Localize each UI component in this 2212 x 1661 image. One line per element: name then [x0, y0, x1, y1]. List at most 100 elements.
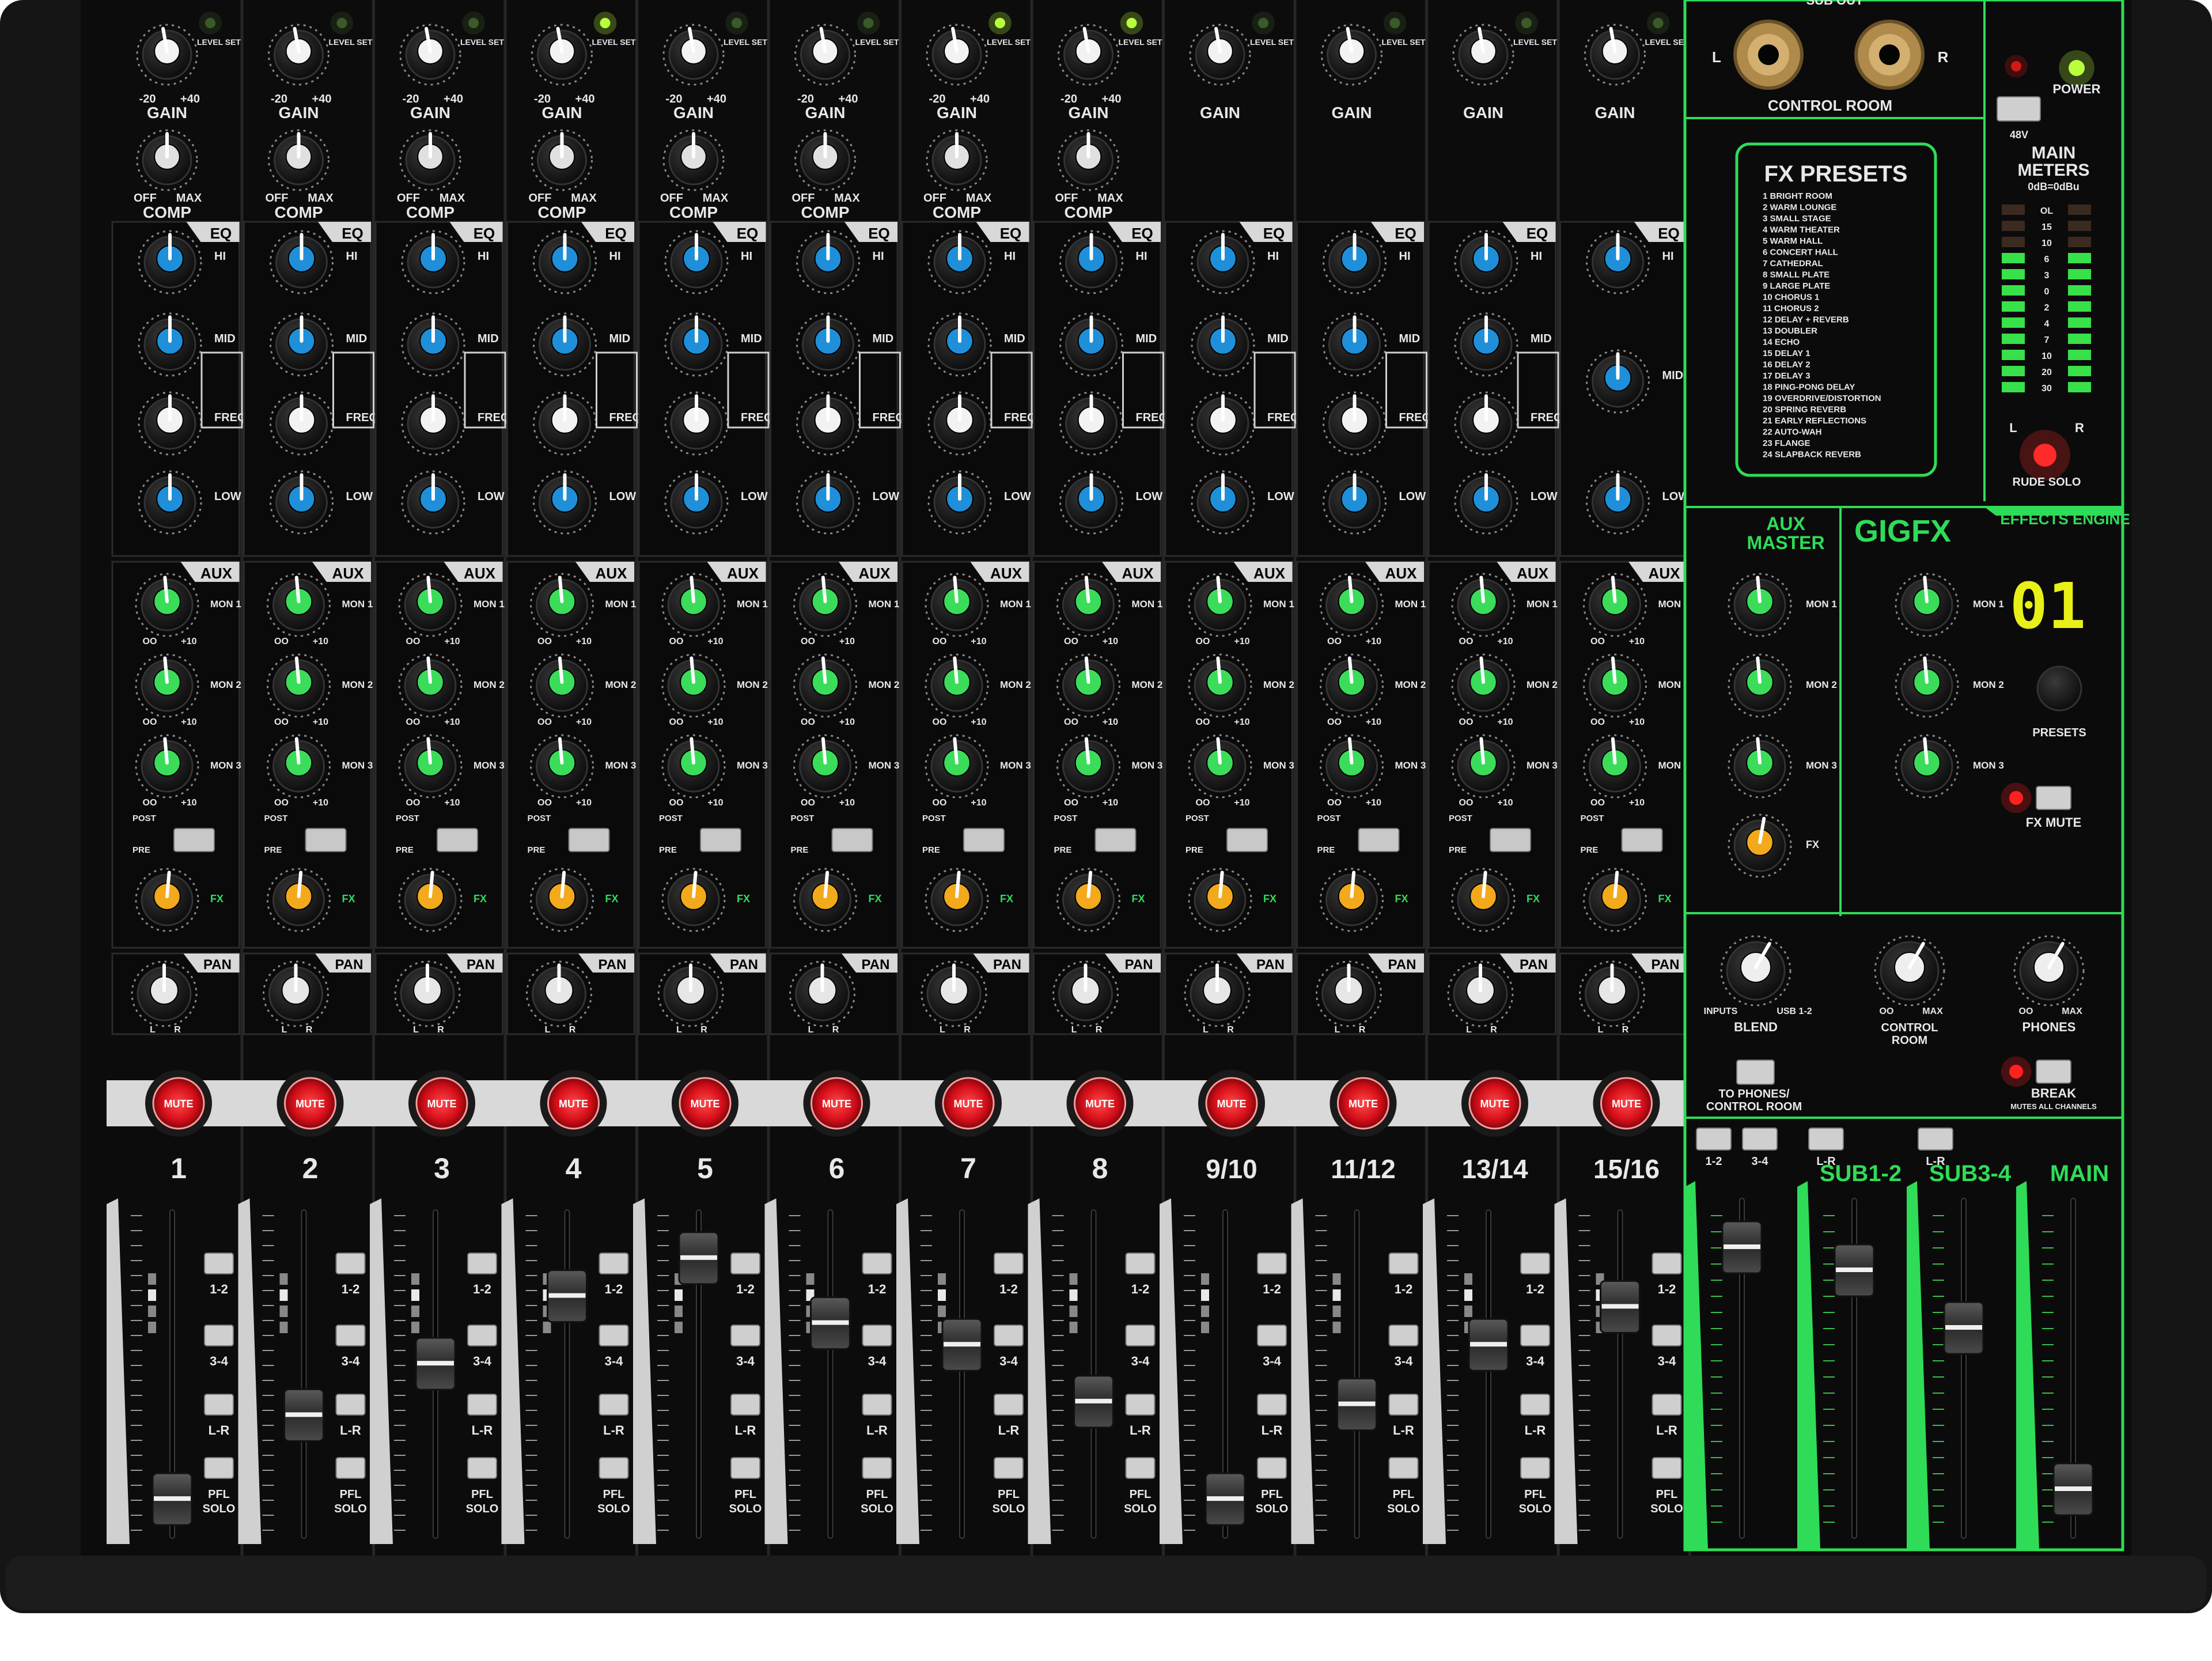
bus-1-2-button[interactable] [335, 1253, 366, 1274]
pfl-solo-button[interactable] [862, 1457, 892, 1479]
pre-post-button[interactable] [1621, 828, 1663, 852]
bus-assign-3-4-button[interactable] [1742, 1127, 1778, 1151]
bus-1-2-button[interactable] [730, 1253, 760, 1274]
main-fader[interactable] [2052, 1462, 2094, 1516]
pre-post-button[interactable] [173, 828, 215, 852]
bus-3-4-button[interactable] [1125, 1325, 1156, 1346]
bus-3-4-button[interactable] [730, 1325, 760, 1346]
pfl-solo-button[interactable] [730, 1457, 760, 1479]
bus-assign-L-R-button[interactable] [1808, 1127, 1844, 1151]
pre-post-button[interactable] [568, 828, 610, 852]
bus-1-2-button[interactable] [204, 1253, 234, 1274]
pfl-solo-button[interactable] [1652, 1457, 1682, 1479]
bus-L-R-button[interactable] [994, 1394, 1024, 1416]
bus-3-4-button[interactable] [467, 1325, 497, 1346]
mute-button[interactable]: MUTE [1066, 1070, 1134, 1137]
panel-label: +10 [1103, 637, 1118, 646]
control-room-left-jack[interactable] [1733, 20, 1804, 90]
presets-encoder[interactable] [2036, 665, 2082, 712]
pre-post-button[interactable] [437, 828, 478, 852]
channel-fader[interactable] [1336, 1378, 1377, 1432]
bus-3-4-button[interactable] [1652, 1325, 1682, 1346]
mute-button[interactable]: MUTE [276, 1070, 344, 1137]
pre-post-button[interactable] [1226, 828, 1268, 852]
channel-fader[interactable] [1073, 1375, 1114, 1429]
bus-L-R-button[interactable] [467, 1394, 497, 1416]
bus-1-2-button[interactable] [994, 1253, 1024, 1274]
channel-fader[interactable] [151, 1472, 193, 1526]
pre-post-button[interactable] [1490, 828, 1531, 852]
pre-post-button[interactable] [963, 828, 1005, 852]
pfl-solo-button[interactable] [1257, 1457, 1287, 1479]
mute-button[interactable]: MUTE [540, 1070, 607, 1137]
mute-button[interactable]: MUTE [1461, 1070, 1528, 1137]
fx-mute-button[interactable] [2036, 786, 2071, 810]
bus-1-2-button[interactable] [1257, 1253, 1287, 1274]
sub12-fader[interactable] [1834, 1243, 1875, 1297]
bus-3-4-button[interactable] [204, 1325, 234, 1346]
bus-L-R-button[interactable] [1257, 1394, 1287, 1416]
bus-L-R-button[interactable] [730, 1394, 760, 1416]
channel-fader[interactable] [547, 1269, 588, 1323]
bus-L-R-button[interactable] [1125, 1394, 1156, 1416]
bus-3-4-button[interactable] [335, 1325, 366, 1346]
bus-L-R-button[interactable] [1652, 1394, 1682, 1416]
channel-fader[interactable] [1468, 1318, 1509, 1372]
mute-button[interactable]: MUTE [408, 1070, 475, 1137]
channel-fader[interactable] [283, 1388, 324, 1442]
mute-button[interactable]: MUTE [672, 1070, 738, 1137]
bus-1-2-button[interactable] [467, 1253, 497, 1274]
channel-fader[interactable] [1205, 1472, 1246, 1526]
pfl-solo-button[interactable] [1125, 1457, 1156, 1479]
sub34-fader[interactable] [1943, 1301, 1984, 1355]
bus-1-2-button[interactable] [599, 1253, 629, 1274]
bus-L-R-button[interactable] [335, 1394, 366, 1416]
phantom-48v-switch[interactable] [1997, 96, 2041, 122]
pre-post-button[interactable] [1358, 828, 1400, 852]
pfl-solo-button[interactable] [335, 1457, 366, 1479]
bus-3-4-button[interactable] [599, 1325, 629, 1346]
mute-button[interactable]: MUTE [1593, 1070, 1660, 1137]
bus-L-R-button[interactable] [1520, 1394, 1550, 1416]
break-button[interactable] [2036, 1060, 2071, 1084]
bus-1-2-button[interactable] [862, 1253, 892, 1274]
pre-post-button[interactable] [700, 828, 741, 852]
bus-L-R-button[interactable] [1388, 1394, 1419, 1416]
pfl-solo-button[interactable] [1520, 1457, 1550, 1479]
bus-3-4-button[interactable] [1257, 1325, 1287, 1346]
to-phones-button[interactable] [1736, 1060, 1775, 1085]
channel-fader[interactable] [941, 1318, 983, 1372]
pfl-solo-button[interactable] [599, 1457, 629, 1479]
bus-1-2-button[interactable] [1520, 1253, 1550, 1274]
bus-1-2-button[interactable] [1388, 1253, 1419, 1274]
mute-button[interactable]: MUTE [1330, 1070, 1397, 1137]
bus-1-2-button[interactable] [1125, 1253, 1156, 1274]
pfl-solo-button[interactable] [994, 1457, 1024, 1479]
pre-post-button[interactable] [305, 828, 347, 852]
bus-L-R-button[interactable] [599, 1394, 629, 1416]
bus-1-2-button[interactable] [1652, 1253, 1682, 1274]
aux-fader[interactable] [1721, 1220, 1763, 1274]
pre-post-button[interactable] [831, 828, 873, 852]
bus-L-R-button[interactable] [204, 1394, 234, 1416]
mute-button[interactable]: MUTE [145, 1070, 212, 1137]
mute-button[interactable]: MUTE [935, 1070, 1002, 1137]
pfl-solo-button[interactable] [1388, 1457, 1419, 1479]
bus-3-4-button[interactable] [1520, 1325, 1550, 1346]
pfl-solo-button[interactable] [204, 1457, 234, 1479]
mute-button[interactable]: MUTE [803, 1070, 870, 1137]
bus-3-4-button[interactable] [862, 1325, 892, 1346]
bus-assign-1-2-button[interactable] [1696, 1127, 1732, 1151]
channel-fader[interactable] [810, 1296, 851, 1350]
bus-3-4-button[interactable] [994, 1325, 1024, 1346]
pfl-solo-button[interactable] [467, 1457, 497, 1479]
pre-post-button[interactable] [1094, 828, 1137, 852]
channel-fader[interactable] [415, 1337, 456, 1391]
control-room-right-jack[interactable] [1854, 20, 1925, 90]
mute-button[interactable]: MUTE [1198, 1070, 1265, 1137]
channel-fader[interactable] [1600, 1280, 1641, 1334]
bus-L-R-button[interactable] [862, 1394, 892, 1416]
bus-3-4-button[interactable] [1388, 1325, 1419, 1346]
bus-assign-L-R-button[interactable] [1918, 1127, 1953, 1151]
channel-fader[interactable] [678, 1231, 719, 1285]
